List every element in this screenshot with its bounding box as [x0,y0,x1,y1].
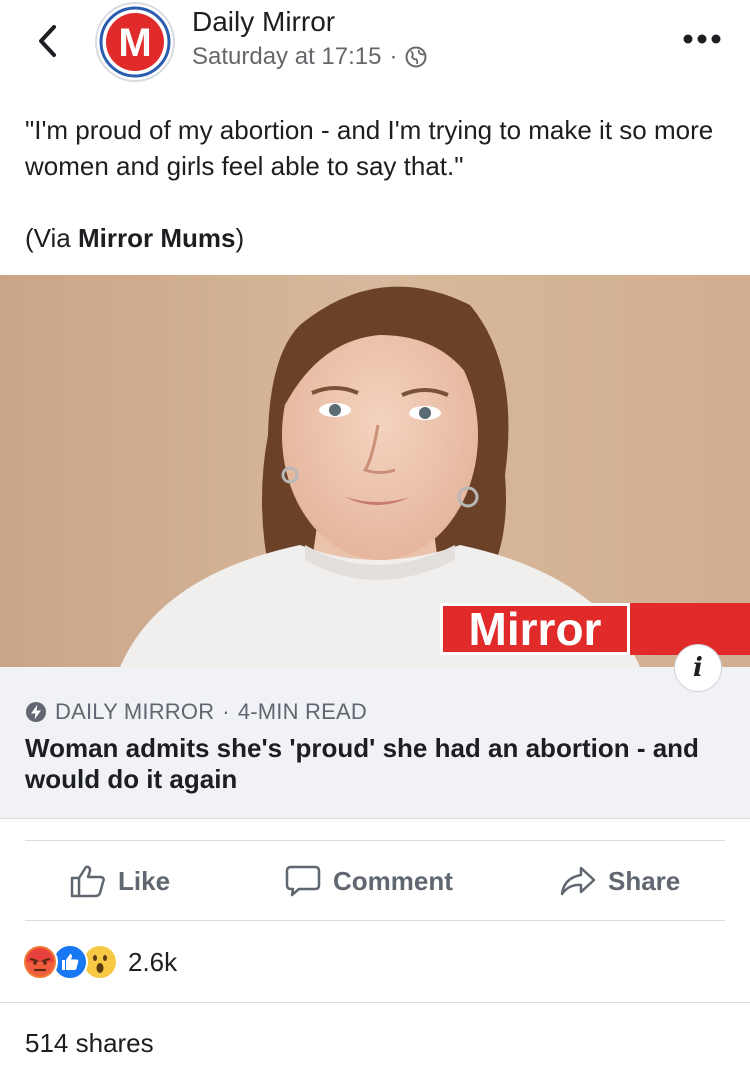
page-avatar[interactable]: M [95,2,175,82]
back-button[interactable] [30,20,64,62]
like-button[interactable]: Like [70,858,170,904]
via-suffix: ) [235,223,245,253]
reaction-count: 2.6k [128,946,178,977]
post-timestamp[interactable]: Saturday at 17:15 [192,43,381,71]
link-title[interactable]: Woman admits she's 'proud' she had an ab… [25,733,715,795]
post-text: "I'm proud of my abortion - and I'm tryi… [25,115,714,181]
reactions-summary[interactable]: 2.6k [22,942,177,982]
post-via: (Via Mirror Mums) [25,220,244,256]
share-button[interactable]: Share [560,858,680,904]
meta-separator: · [389,43,398,70]
divider [25,840,725,841]
comment-label: Comment [333,865,453,896]
globe-icon [405,46,427,68]
link-source-name: DAILY MIRROR [55,699,215,724]
thumbs-up-icon [70,865,105,898]
page-name[interactable]: Daily Mirror [192,6,335,38]
more-dots-icon [683,34,721,44]
reaction-icons [22,944,118,980]
mirror-logo-icon: M [99,6,171,78]
info-button[interactable]: i [674,644,722,692]
post-meta: Saturday at 17:15 · [192,43,427,71]
share-arrow-icon [560,866,596,896]
comment-bubble-icon [285,865,321,897]
link-preview-card[interactable]: DAILY MIRROR · 4-MIN READ Woman admits s… [0,667,750,819]
angry-icon [22,944,58,980]
chevron-left-icon [39,25,56,57]
share-label: Share [608,865,681,896]
instant-article-bolt-icon [26,702,46,722]
link-source: DAILY MIRROR · 4-MIN READ [25,699,367,725]
link-separator: · [222,699,230,724]
via-link[interactable]: Mirror Mums [78,223,235,253]
post-header: M Daily Mirror Saturday at 17:15 · [0,0,750,96]
link-read-time: 4-MIN READ [237,699,367,724]
shares-count[interactable]: 514 shares [25,1028,154,1059]
image-logo-text: Mirror [469,603,602,655]
article-photo: Mirror [0,275,750,667]
avatar-letter: M [118,21,151,65]
link-preview-image[interactable]: Mirror [0,275,750,667]
divider [25,920,725,921]
via-prefix: (Via [25,223,78,253]
divider [0,1002,750,1003]
comment-button[interactable]: Comment [285,858,453,904]
like-label: Like [118,865,171,896]
more-options-button[interactable] [680,24,724,54]
